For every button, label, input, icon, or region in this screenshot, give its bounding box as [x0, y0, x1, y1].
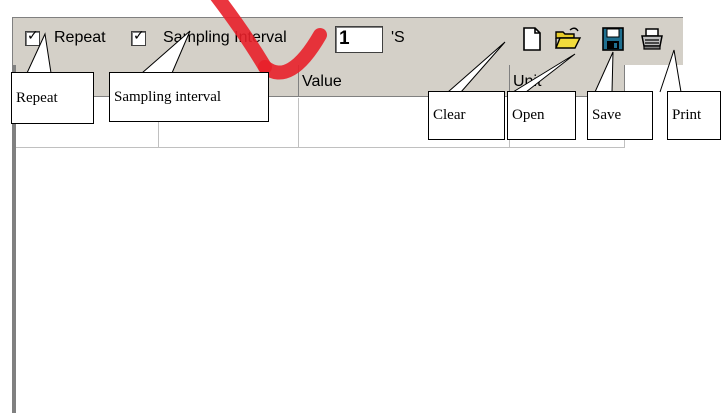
checkmark-icon: ✓: [133, 28, 145, 44]
callout-save: Save: [587, 91, 653, 140]
callout-sampling-interval: Sampling interval: [109, 72, 269, 122]
repeat-label: Repeat: [54, 29, 106, 46]
callout-repeat: Repeat: [11, 72, 94, 124]
print-icon: [641, 28, 663, 50]
toolbar: ✓ Repeat ✓ Sampling Interval 1 'S: [12, 17, 683, 65]
interval-input[interactable]: 1: [335, 26, 383, 53]
sampling-interval-label: Sampling Interval: [163, 29, 287, 46]
callout-clear: Clear: [428, 91, 505, 140]
new-document-icon: [523, 27, 541, 51]
clear-button[interactable]: [518, 24, 546, 54]
callout-print: Print: [667, 91, 721, 140]
interval-unit-label: 'S: [391, 29, 405, 46]
open-button[interactable]: [554, 24, 582, 54]
save-disk-icon: [602, 27, 624, 51]
open-folder-icon: [554, 27, 582, 49]
print-button[interactable]: [638, 24, 666, 54]
save-button[interactable]: [599, 24, 627, 54]
callout-open: Open: [507, 91, 576, 140]
sampling-interval-checkbox[interactable]: ✓: [131, 28, 146, 46]
repeat-checkbox[interactable]: ✓: [25, 28, 40, 46]
checkmark-icon: ✓: [27, 28, 39, 44]
